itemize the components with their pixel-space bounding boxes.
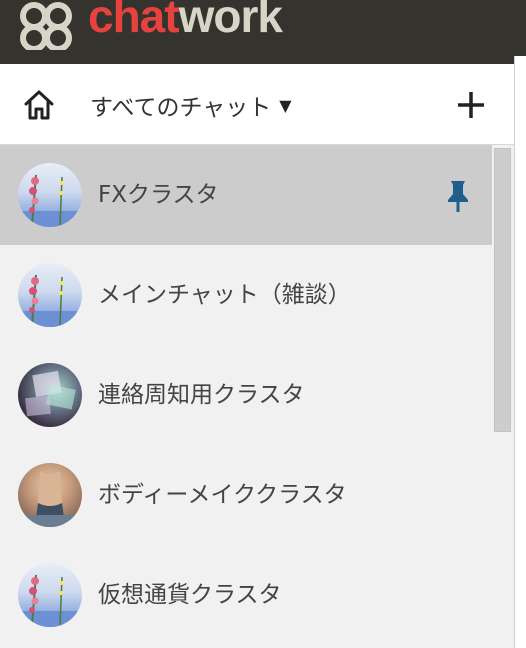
flower-avatar-image bbox=[18, 274, 82, 327]
right-panel-edge bbox=[514, 56, 526, 648]
brand-bar: chatwork bbox=[0, 0, 514, 64]
brand-bar-edge bbox=[514, 0, 526, 56]
home-icon[interactable] bbox=[22, 88, 56, 122]
chatwork-app: chatwork すべてのチャット ▼ FXクラスタ メインチャット（雑談） 連… bbox=[0, 0, 526, 648]
fitness-avatar-image bbox=[18, 471, 82, 527]
chatwork-logo-icon bbox=[20, 2, 72, 50]
room-avatar bbox=[18, 363, 82, 427]
room-item[interactable]: FXクラスタ bbox=[0, 145, 492, 245]
room-avatar bbox=[18, 463, 82, 527]
room-name: 連絡周知用クラスタ bbox=[98, 382, 305, 408]
brand-logo-text: chatwork bbox=[88, 0, 283, 46]
room-name: メインチャット（雑談） bbox=[98, 282, 351, 308]
room-avatar bbox=[18, 563, 82, 627]
chat-filter-label: すべてのチャット bbox=[90, 95, 272, 121]
room-list-header: すべてのチャット ▼ bbox=[0, 64, 514, 145]
room-item[interactable]: 連絡周知用クラスタ bbox=[0, 345, 492, 445]
abstract-avatar-image bbox=[25, 370, 76, 417]
scrollbar-thumb[interactable] bbox=[494, 148, 511, 432]
room-name: ボディーメイククラスタ bbox=[98, 482, 347, 508]
brand-name-chat: chat bbox=[88, 0, 180, 42]
room-item[interactable]: 仮想通貨クラスタ bbox=[0, 545, 492, 645]
room-item[interactable]: メインチャット（雑談） bbox=[0, 245, 492, 345]
brand-name-work: work bbox=[178, 0, 283, 42]
chat-filter-dropdown[interactable]: すべてのチャット ▼ bbox=[90, 88, 292, 122]
chevron-down-icon: ▼ bbox=[279, 95, 292, 115]
plus-icon[interactable] bbox=[454, 88, 488, 122]
room-avatar bbox=[18, 163, 82, 227]
pin-icon[interactable] bbox=[444, 179, 472, 213]
room-list: FXクラスタ メインチャット（雑談） 連絡周知用クラスタ ボディーメイククラスタ… bbox=[0, 145, 492, 645]
room-name: FXクラスタ bbox=[98, 182, 219, 208]
room-item[interactable]: ボディーメイククラスタ bbox=[0, 445, 492, 545]
flower-avatar-image bbox=[18, 174, 82, 227]
flower-avatar-image bbox=[18, 574, 82, 627]
room-name: 仮想通貨クラスタ bbox=[98, 582, 282, 608]
room-avatar bbox=[18, 263, 82, 327]
